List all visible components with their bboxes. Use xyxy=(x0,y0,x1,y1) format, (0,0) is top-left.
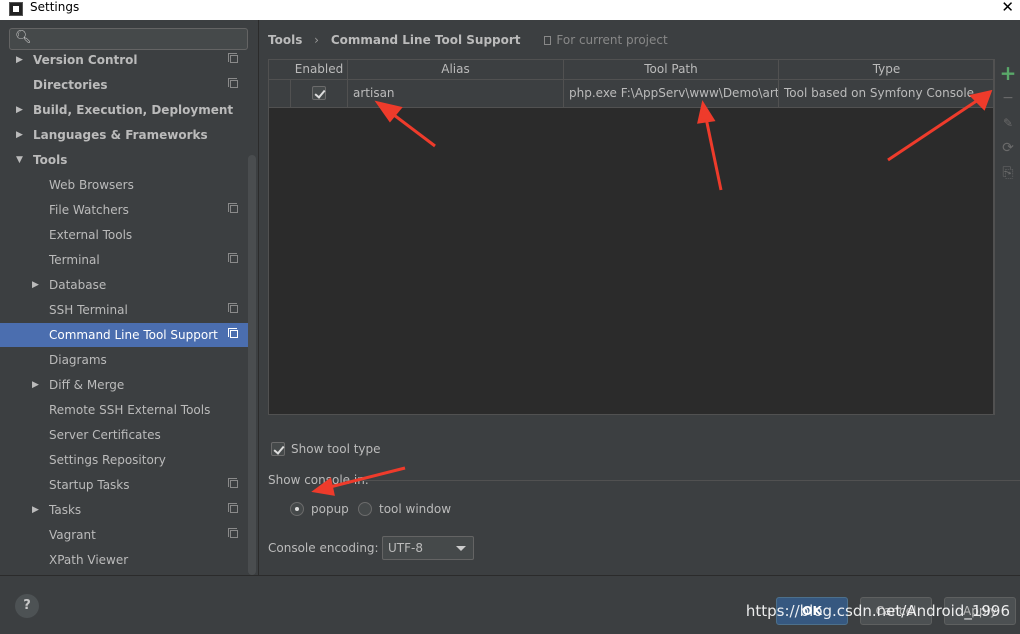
arrow-to-tool-path xyxy=(704,117,723,191)
arrow-to-popup xyxy=(329,466,406,489)
annotation-arrows xyxy=(311,89,993,496)
arrow-head-tool-path xyxy=(697,100,716,124)
arrow-head-add xyxy=(969,89,993,111)
arrow-head-popup xyxy=(311,477,335,496)
arrow-to-add xyxy=(887,98,979,162)
arrow-to-alias xyxy=(389,110,436,148)
